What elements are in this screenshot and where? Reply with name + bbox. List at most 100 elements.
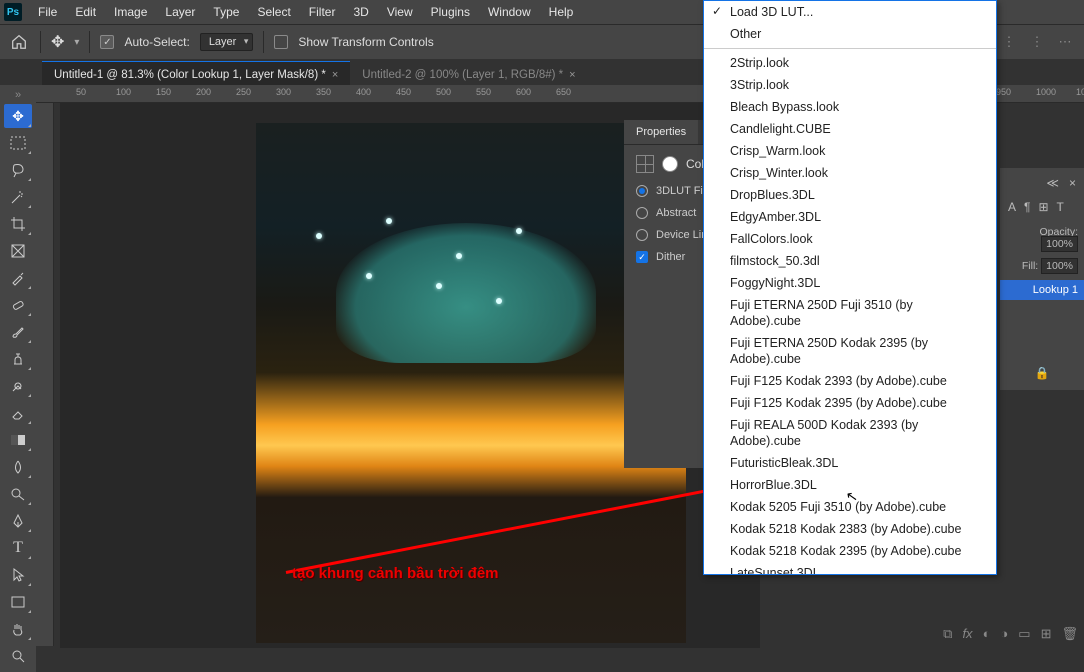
menu-type[interactable]: Type <box>205 2 247 22</box>
show-transform-checkbox[interactable] <box>274 35 288 49</box>
home-button[interactable] <box>8 31 30 53</box>
lut-option[interactable]: Kodak 5218 Kodak 2395 (by Adobe).cube <box>704 540 996 562</box>
pen-tool[interactable] <box>4 509 32 533</box>
document-tab-title: Untitled-1 @ 81.3% (Color Lookup 1, Laye… <box>54 69 326 81</box>
paragraph-panel-icon[interactable]: ¶ <box>1024 200 1030 214</box>
ruler-tick: 150 <box>156 87 171 97</box>
abstract-radio[interactable] <box>636 207 648 219</box>
lut-option[interactable]: Fuji ETERNA 250D Fuji 3510 (by Adobe).cu… <box>704 294 996 332</box>
lut-option[interactable]: Fuji ETERNA 250D Kodak 2395 (by Adobe).c… <box>704 332 996 370</box>
lasso-tool[interactable] <box>4 158 32 182</box>
rectangle-tool[interactable] <box>4 590 32 614</box>
layer-mask-icon[interactable]: ◐ <box>983 626 991 642</box>
menu-layer[interactable]: Layer <box>157 2 203 22</box>
history-brush-tool[interactable] <box>4 374 32 398</box>
path-selection-tool[interactable] <box>4 563 32 587</box>
ruler-tick: 1000 <box>1036 87 1056 97</box>
blur-tool[interactable] <box>4 455 32 479</box>
hand-tool[interactable] <box>4 617 32 641</box>
gradient-tool[interactable] <box>4 428 32 452</box>
zoom-tool[interactable] <box>4 644 32 668</box>
app-logo-icon[interactable]: Ps <box>4 3 22 21</box>
close-panels-icon[interactable]: × <box>1069 176 1076 190</box>
ruler-tick: 100 <box>116 87 131 97</box>
layer-item[interactable]: Lookup 1 <box>1000 280 1084 300</box>
distribute-bottom-icon[interactable]: ⋮ <box>998 31 1020 53</box>
lut-option[interactable]: Bleach Bypass.look <box>704 96 996 118</box>
glyphs-panel-icon[interactable]: ⊞ <box>1038 200 1048 214</box>
lut-option[interactable]: Candlelight.CUBE <box>704 118 996 140</box>
clone-stamp-tool[interactable] <box>4 347 32 371</box>
lut-option[interactable]: filmstock_50.3dl <box>704 250 996 272</box>
collapse-panels-icon[interactable]: ≪ <box>1046 176 1059 190</box>
fill-value[interactable]: 100% <box>1041 258 1078 274</box>
move-tool[interactable]: ✥ <box>4 104 32 128</box>
close-tab-icon[interactable]: × <box>569 69 575 81</box>
lut-option[interactable]: Other <box>704 23 996 45</box>
menu-view[interactable]: View <box>379 2 421 22</box>
marquee-tool[interactable] <box>4 131 32 155</box>
eraser-tool[interactable] <box>4 401 32 425</box>
opacity-value[interactable]: 100% <box>1041 236 1078 252</box>
vertical-ruler[interactable] <box>36 103 54 646</box>
lut-option[interactable]: Crisp_Warm.look <box>704 140 996 162</box>
menu-image[interactable]: Image <box>106 2 155 22</box>
group-layers-icon[interactable]: ▭ <box>1018 626 1030 642</box>
menu-select[interactable]: Select <box>249 2 298 22</box>
menu-file[interactable]: File <box>30 2 65 22</box>
lut-option[interactable]: Load 3D LUT... <box>704 1 996 23</box>
lut-option[interactable]: DropBlues.3DL <box>704 184 996 206</box>
more-options-icon[interactable]: ⋯ <box>1054 31 1076 53</box>
eyedropper-tool[interactable] <box>4 266 32 290</box>
dither-checkbox[interactable]: ✓ <box>636 251 648 263</box>
type-panel-icon[interactable]: T <box>1057 200 1064 214</box>
lut-option[interactable]: FallColors.look <box>704 228 996 250</box>
ruler-tick: 650 <box>556 87 571 97</box>
properties-tab[interactable]: Properties <box>624 120 698 144</box>
document-tab-inactive[interactable]: Untitled-2 @ 100% (Layer 1, RGB/8#) * × <box>350 61 587 87</box>
abstract-label: Abstract <box>656 207 696 219</box>
menu-plugins[interactable]: Plugins <box>423 2 478 22</box>
character-panel-icon[interactable]: A <box>1008 200 1016 214</box>
delete-layer-icon[interactable]: 🗑 <box>1061 626 1078 642</box>
link-layers-icon[interactable]: ⧉ <box>943 626 952 642</box>
dodge-tool[interactable] <box>4 482 32 506</box>
lut-option[interactable]: Crisp_Winter.look <box>704 162 996 184</box>
lut-option[interactable]: Fuji REALA 500D Kodak 2393 (by Adobe).cu… <box>704 414 996 452</box>
lut-option[interactable]: Fuji F125 Kodak 2395 (by Adobe).cube <box>704 392 996 414</box>
menu-help[interactable]: Help <box>541 2 582 22</box>
menu-edit[interactable]: Edit <box>67 2 104 22</box>
new-layer-icon[interactable]: ⊞ <box>1041 626 1052 642</box>
lut-option[interactable]: Kodak 5218 Kodak 2383 (by Adobe).cube <box>704 518 996 540</box>
devicelink-radio[interactable] <box>636 229 648 241</box>
lock-icon[interactable]: 🔒 <box>1035 366 1050 380</box>
auto-select-checkbox[interactable]: ✓ <box>100 35 114 49</box>
adjustment-layer-icon[interactable]: ◑ <box>1000 626 1008 642</box>
type-tool[interactable]: T <box>4 536 32 560</box>
healing-brush-tool[interactable] <box>4 293 32 317</box>
close-tab-icon[interactable]: × <box>332 69 338 81</box>
magic-wand-tool[interactable] <box>4 185 32 209</box>
lut-option[interactable]: FoggyNight.3DL <box>704 272 996 294</box>
layer-style-icon[interactable]: fx <box>962 626 972 642</box>
crop-tool[interactable] <box>4 212 32 236</box>
menu-window[interactable]: Window <box>480 2 539 22</box>
frame-tool[interactable] <box>4 239 32 263</box>
auto-select-target-dropdown[interactable]: Layer <box>200 33 254 51</box>
show-transform-label: Show Transform Controls <box>298 35 433 49</box>
distribute-horizontal-icon[interactable]: ⋮ <box>1026 31 1048 53</box>
menu-filter[interactable]: Filter <box>301 2 344 22</box>
brush-tool[interactable] <box>4 320 32 344</box>
tool-palette: » ✥ T <box>0 85 36 672</box>
document-tab-active[interactable]: Untitled-1 @ 81.3% (Color Lookup 1, Laye… <box>42 61 350 87</box>
lut-option[interactable]: FuturisticBleak.3DL <box>704 452 996 474</box>
lutfile-radio[interactable] <box>636 185 648 197</box>
lut-option[interactable]: EdgyAmber.3DL <box>704 206 996 228</box>
ruler-tick: 400 <box>356 87 371 97</box>
menu-3d[interactable]: 3D <box>345 2 376 22</box>
lut-option[interactable]: Fuji F125 Kodak 2393 (by Adobe).cube <box>704 370 996 392</box>
lut-option[interactable]: LateSunset.3DL <box>704 562 996 575</box>
ruler-tick: 600 <box>516 87 531 97</box>
lut-option[interactable]: 3Strip.look <box>704 74 996 96</box>
lut-option[interactable]: 2Strip.look <box>704 52 996 74</box>
